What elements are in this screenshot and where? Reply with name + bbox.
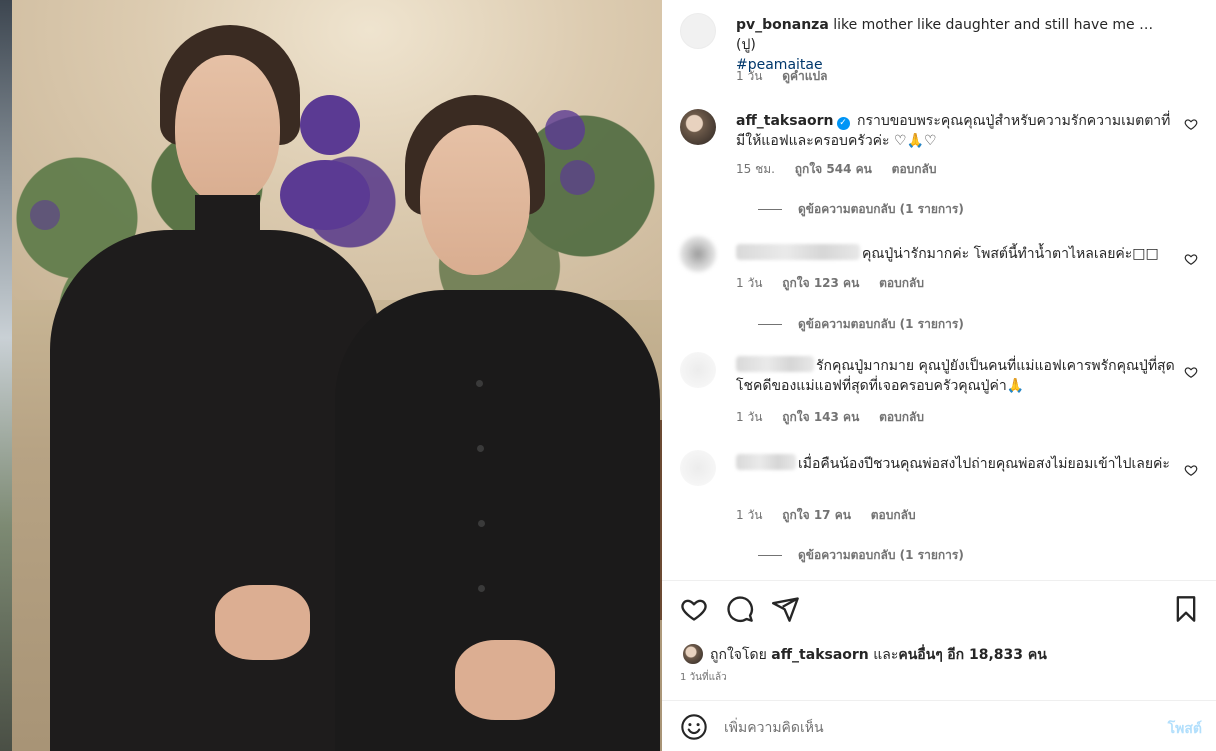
previous-image-edge	[0, 0, 12, 751]
comment-bubble-icon[interactable]	[726, 595, 754, 623]
liker-avatar[interactable]	[682, 643, 704, 665]
reply-button[interactable]: ตอบกลับ	[892, 162, 937, 176]
commenter-avatar[interactable]	[680, 450, 716, 486]
reply-button[interactable]: ตอบกลับ	[879, 276, 924, 290]
liked-by-others[interactable]: คนอื่นๆ	[898, 647, 942, 663]
commenter-avatar[interactable]	[680, 236, 716, 272]
paper-plane-icon[interactable]	[772, 595, 800, 623]
comment-item: pv_bonanza like mother like daughter and…	[680, 13, 1200, 93]
comment-meta: 1 วัน ถูกใจ 143 คน ตอบกลับ	[736, 408, 940, 427]
comment-item: รักคุณปู่มากมาย คุณปู่ยังเป็นคนที่แม่แอฟ…	[680, 352, 1200, 432]
comment-time[interactable]: 1 วัน	[736, 508, 762, 522]
comment-time[interactable]: 1 วัน	[736, 410, 762, 424]
liked-by-count[interactable]: อีก 18,833 คน	[947, 647, 1047, 663]
comments-panel: pv_bonanza like mother like daughter and…	[662, 0, 1216, 751]
comment-time[interactable]: 1 วัน	[736, 69, 762, 83]
post-comment-button[interactable]: โพสต์	[1168, 718, 1202, 740]
photo-mother-hands	[215, 585, 310, 660]
comment-username-blurred[interactable]	[736, 244, 860, 260]
photo-mother-face	[175, 55, 280, 205]
comment-input[interactable]	[724, 716, 1124, 740]
comment-time[interactable]: 15 ชม.	[736, 162, 775, 176]
comment-time[interactable]: 1 วัน	[736, 276, 762, 290]
comment-like-heart-icon[interactable]	[1184, 463, 1198, 477]
reply-button[interactable]: ตอบกลับ	[871, 508, 916, 522]
comment-text: เมื่อคืนน้องปีชวนคุณพ่อสงไปถ่ายคุณพ่อสงไ…	[798, 456, 1170, 472]
comment-username[interactable]: aff_taksaorn	[736, 113, 834, 129]
comment-item: aff_taksaorn ✓ กราบขอบพระคุณคุณปู่สำหรับค…	[680, 109, 1200, 219]
comment-like-heart-icon[interactable]	[1184, 365, 1198, 379]
liked-by-user[interactable]: aff_taksaorn	[771, 647, 869, 663]
post-photo[interactable]	[0, 0, 662, 751]
comment-like-count[interactable]: ถูกใจ 123 คน	[782, 276, 859, 290]
view-replies-link[interactable]: ดูข้อความตอบกลับ (1 รายการ)	[736, 315, 964, 334]
comment-username-blurred[interactable]	[736, 356, 814, 372]
comment-like-count[interactable]: ถูกใจ 17 คน	[782, 508, 851, 522]
comment-item: เมื่อคืนน้องปีชวนคุณพ่อสงไปถ่ายคุณพ่อสงไ…	[680, 450, 1200, 570]
view-replies-label: ดูข้อความตอบกลับ (1 รายการ)	[798, 202, 964, 216]
view-replies-label: ดูข้อความตอบกลับ (1 รายการ)	[798, 317, 964, 331]
comments-list[interactable]: pv_bonanza like mother like daughter and…	[662, 0, 1216, 580]
commenter-avatar[interactable]	[680, 13, 716, 49]
photo-purple-flower	[30, 200, 60, 230]
reply-button[interactable]: ตอบกลับ	[879, 410, 924, 424]
commenter-avatar[interactable]	[680, 109, 716, 145]
comment-text-block: เมื่อคืนน้องปีชวนคุณพ่อสงไปถ่ายคุณพ่อสงไ…	[736, 454, 1176, 474]
replies-divider-line	[758, 209, 782, 210]
photo-purple-flower	[545, 110, 585, 150]
bookmark-icon[interactable]	[1172, 595, 1200, 623]
liked-by-conjunction: และ	[873, 647, 899, 663]
view-replies-link[interactable]: ดูข้อความตอบกลับ (1 รายการ)	[736, 546, 964, 565]
comment-meta: 1 วัน ดูคำแปล	[736, 67, 843, 86]
translate-link[interactable]: ดูคำแปล	[782, 69, 827, 83]
comment-text-block: pv_bonanza like mother like daughter and…	[736, 15, 1176, 75]
photo-dress-button	[478, 520, 485, 527]
comment-username[interactable]: pv_bonanza	[736, 17, 829, 33]
comment-like-count[interactable]: ถูกใจ 544 คน	[795, 162, 872, 176]
add-comment-bar: โพสต์	[662, 704, 1216, 751]
smiley-icon[interactable]	[680, 713, 708, 741]
photo-purple-flower	[280, 160, 370, 230]
replies-divider-line	[758, 324, 782, 325]
comment-text: คุณปู่น่ารักมากค่ะ โพสต์นี้ทำน้ำตาไหลเลย…	[862, 246, 1159, 262]
verified-badge-icon: ✓	[836, 117, 850, 130]
photo-daughter-face	[420, 125, 530, 275]
comment-item: คุณปู่น่ารักมากค่ะ โพสต์นี้ทำน้ำตาไหลเลย…	[680, 236, 1200, 336]
comment-text-block: รักคุณปู่มากมาย คุณปู่ยังเป็นคนที่แม่แอฟ…	[736, 356, 1176, 396]
comment-meta: 1 วัน ถูกใจ 17 คน ตอบกลับ	[736, 506, 932, 525]
section-divider	[662, 580, 1216, 581]
comment-username-blurred[interactable]	[736, 454, 796, 470]
replies-divider-line	[758, 555, 782, 556]
liked-by-prefix: ถูกใจโดย	[710, 647, 767, 663]
comment-meta: 1 วัน ถูกใจ 123 คน ตอบกลับ	[736, 274, 940, 293]
commenter-avatar[interactable]	[680, 352, 716, 388]
photo-dress-button	[477, 445, 484, 452]
photo-daughter-hands	[455, 640, 555, 720]
view-replies-link[interactable]: ดูข้อความตอบกลับ (1 รายการ)	[736, 200, 964, 219]
comment-text-block: คุณปู่น่ารักมากค่ะ โพสต์นี้ทำน้ำตาไหลเลย…	[736, 244, 1176, 264]
section-divider	[662, 700, 1216, 701]
photo-mother-dress	[50, 230, 380, 751]
heart-icon[interactable]	[680, 595, 708, 623]
photo-dress-button	[478, 585, 485, 592]
comment-meta: 15 ชม. ถูกใจ 544 คน ตอบกลับ	[736, 160, 953, 179]
view-replies-label: ดูข้อความตอบกลับ (1 รายการ)	[798, 548, 964, 562]
liked-by-summary[interactable]: ถูกใจโดย aff_taksaorn และคนอื่นๆ อีก 18,…	[682, 643, 1047, 666]
comment-text-block: aff_taksaorn ✓ กราบขอบพระคุณคุณปู่สำหรับค…	[736, 111, 1176, 151]
post-action-bar	[680, 595, 1200, 625]
comment-like-heart-icon[interactable]	[1184, 117, 1198, 131]
post-date[interactable]: 1 วันที่แล้ว	[680, 670, 727, 685]
photo-purple-flower	[560, 160, 595, 195]
comment-like-count[interactable]: ถูกใจ 143 คน	[782, 410, 859, 424]
comment-like-heart-icon[interactable]	[1184, 252, 1198, 266]
photo-purple-flower	[300, 95, 360, 155]
photo-dress-button	[476, 380, 483, 387]
